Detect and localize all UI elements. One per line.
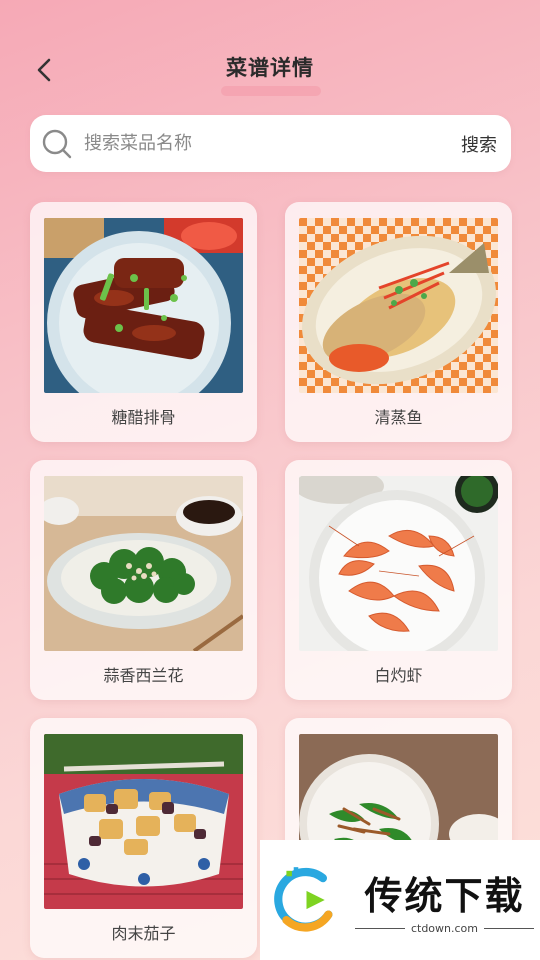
recipe-name: 肉末茄子: [111, 924, 176, 943]
recipe-card[interactable]: 糖醋排骨: [30, 202, 257, 442]
recipe-image: [299, 218, 498, 393]
recipe-name: 蒜香西兰花: [103, 666, 184, 685]
watermark-url: ctdown.com: [349, 922, 540, 935]
recipe-card[interactable]: 白灼虾: [285, 460, 512, 700]
watermark: 传统下载 ctdown.com: [260, 840, 540, 960]
ctdown-logo-icon: [274, 867, 333, 932]
title-underline: [221, 86, 321, 96]
recipe-image: [44, 476, 243, 651]
recipe-image: [44, 218, 243, 393]
search-bar: 搜索: [30, 115, 511, 172]
header: 菜谱详情: [0, 0, 540, 110]
recipe-name: 白灼虾: [374, 666, 423, 685]
recipe-card[interactable]: 蒜香西兰花: [30, 460, 257, 700]
recipe-card[interactable]: 清蒸鱼: [285, 202, 512, 442]
search-icon: [42, 129, 72, 158]
recipe-name: 清蒸鱼: [374, 408, 423, 427]
watermark-title: 传统下载: [364, 874, 525, 918]
recipe-image: [44, 734, 243, 909]
recipe-card[interactable]: 肉末茄子: [30, 718, 257, 958]
recipe-image: [299, 476, 498, 651]
search-input[interactable]: [84, 133, 461, 154]
page-title: 菜谱详情: [226, 56, 314, 80]
recipe-name: 糖醋排骨: [111, 408, 176, 427]
search-button[interactable]: 搜索: [461, 131, 497, 157]
